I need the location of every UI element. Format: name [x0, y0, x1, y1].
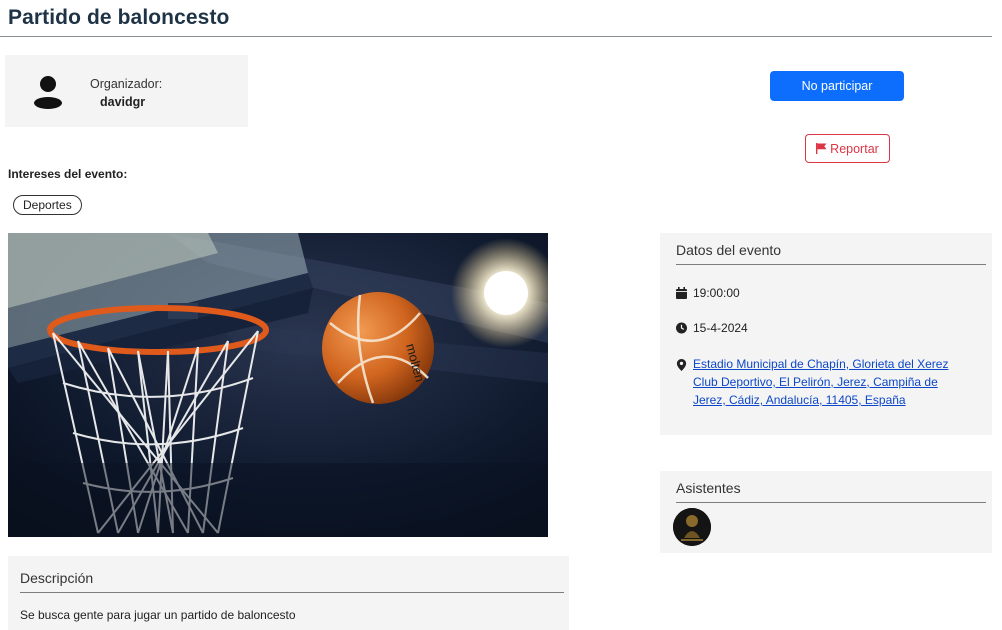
attendees-divider [676, 502, 986, 503]
clock-icon [676, 322, 687, 334]
attendee-avatar[interactable] [673, 508, 711, 546]
event-time-row: 19:00:00 [676, 286, 740, 300]
organizer-card: Organizador: davidgr [5, 55, 248, 127]
event-data-card: Datos del evento 19:00:00 15-4-2024 Esta… [660, 233, 992, 435]
organizer-label: Organizador: [90, 77, 163, 91]
description-text: Se busca gente para jugar un partido de … [20, 608, 296, 622]
event-date: 15-4-2024 [693, 321, 748, 335]
leave-event-button[interactable]: No participar [770, 71, 904, 101]
description-card: Descripción Se busca gente para jugar un… [8, 556, 569, 630]
description-divider [20, 592, 564, 593]
event-data-divider [676, 264, 986, 265]
report-label: Reportar [830, 141, 879, 156]
user-icon [34, 76, 62, 109]
interests-label: Intereses del evento: [8, 167, 128, 181]
interest-tag: Deportes [13, 195, 82, 215]
title-divider [0, 36, 992, 37]
report-button[interactable]: Reportar [805, 134, 890, 163]
map-marker-icon [676, 359, 687, 371]
attendees-card: Asistentes [660, 471, 992, 553]
event-location-link[interactable]: Estadio Municipal de Chapín, Glorieta de… [693, 355, 955, 409]
event-data-title: Datos del evento [676, 242, 782, 258]
description-title: Descripción [20, 570, 94, 586]
attendees-title: Asistentes [676, 480, 741, 496]
event-date-row: 15-4-2024 [676, 321, 748, 335]
event-location-row: Estadio Municipal de Chapín, Glorieta de… [676, 355, 955, 409]
event-image: molten [8, 233, 548, 537]
calendar-icon [676, 287, 687, 299]
event-time: 19:00:00 [693, 286, 740, 300]
flag-icon [816, 143, 827, 154]
organizer-name[interactable]: davidgr [100, 95, 145, 109]
page-title: Partido de baloncesto [8, 6, 230, 29]
